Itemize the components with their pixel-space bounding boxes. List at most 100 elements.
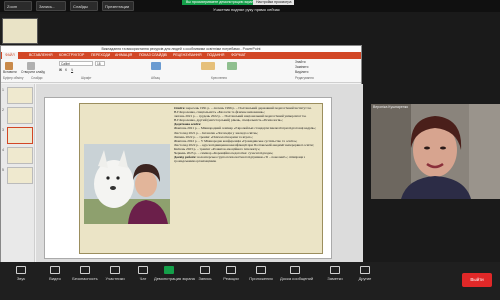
taskbar-item-label: Запись... — [39, 4, 56, 9]
bold-button[interactable]: Ж — [59, 68, 62, 73]
paste-button[interactable]: Вставити — [3, 70, 17, 75]
apps-icon — [256, 266, 266, 274]
video-camera-icon — [50, 266, 60, 274]
participant-image — [371, 104, 500, 199]
toolbar-button-video-camera[interactable]: Видео — [40, 266, 70, 298]
ribbon-group-label: Слайди — [31, 76, 43, 80]
toolbar-button-label: Безопасность — [72, 276, 98, 281]
profile-photo — [84, 144, 170, 224]
notes-icon — [330, 266, 340, 274]
toolbar-button-label: Доска сообщений — [280, 276, 314, 281]
toolbar-button-label: Звук — [16, 276, 26, 281]
slide-text[interactable]: Освіта: вересень 1991 р. – лютень 1996 р… — [174, 106, 322, 253]
toolbar-button-apps[interactable]: Приложения — [246, 266, 276, 298]
toolbar-button-share-screen[interactable]: Демонстрация экрана — [154, 266, 195, 298]
more-icon — [360, 266, 370, 274]
ribbon-group-label: Буфер обміну — [3, 76, 24, 80]
toolbar-button-label: Заметки — [327, 276, 343, 281]
taskbar-item-record[interactable]: Запись... — [36, 1, 66, 11]
toolbar-button-reactions[interactable]: Реакции — [216, 266, 246, 298]
slide-line: лютень 2021 р. – грудень 2022 р. – Полта… — [174, 114, 307, 123]
taskbar-item-label: Презентации — [105, 4, 130, 9]
notification-text: Участник поднял руку прямо сейчас — [213, 7, 280, 12]
taskbar-item-presentations[interactable]: Презентации — [102, 1, 134, 11]
slide-number: 5 — [2, 168, 4, 172]
toolbar-button-label: Реакции — [223, 276, 239, 281]
toolbar-button-label: Участники — [105, 276, 125, 281]
participant-name: Вероніка Кушнаренко — [373, 105, 409, 109]
taskbar-item-label: Слайды — [73, 4, 88, 9]
taskbar-item-label: Zoom — [7, 4, 18, 9]
toolbar-button-label: Видео — [49, 276, 61, 281]
reactions-icon — [226, 266, 236, 274]
leave-meeting-button[interactable]: Выйти — [462, 273, 492, 287]
tab-file[interactable]: ФАЙЛ — [2, 52, 18, 59]
chat-icon — [138, 266, 148, 274]
toolbar-button-whiteboard[interactable]: Доска сообщений — [280, 266, 314, 298]
meeting-toolbar-buttons: Звук Видео Безопасность Участники Чат Демонст… — [0, 262, 500, 300]
mic-icon — [16, 266, 26, 274]
toolbar-button-mic[interactable]: Звук — [6, 266, 36, 298]
share-screen-icon — [164, 266, 174, 274]
font-size-select[interactable]: 18 — [95, 61, 105, 66]
slide-panel: 1 2 3 4 5 — [1, 84, 35, 264]
ribbon: Вставити Створити слайд Calibri 18 Ж К Ч… — [1, 59, 361, 83]
toolbar-button-more[interactable]: Другие — [350, 266, 380, 298]
shapes-icon[interactable] — [201, 62, 215, 70]
paste-icon[interactable] — [5, 62, 13, 70]
slide-paragraph: Досвід роботи: волонтерська група психол… — [174, 155, 322, 163]
ribbon-group-label: Креслення — [211, 76, 227, 80]
new-slide-button[interactable]: Створити слайд — [21, 70, 45, 75]
font-select[interactable]: Calibri — [59, 61, 93, 66]
new-slide-icon[interactable] — [27, 62, 35, 70]
underline-button[interactable]: Ч — [71, 68, 73, 73]
toolbar-button-label: Демонстрация экрана — [154, 276, 195, 281]
ribbon-group-label: Шрифт — [81, 76, 92, 80]
slide-content-frame: Освіта: вересень 1991 р. – лютень 1996 р… — [79, 103, 323, 254]
slide-thumb-1[interactable] — [7, 87, 33, 104]
ribbon-group-label: Редагування — [295, 76, 314, 80]
toolbar-button-participants[interactable]: Участники — [100, 266, 130, 298]
taskbar-item-zoom[interactable]: Zoom — [4, 1, 32, 11]
tab-view[interactable]: ПОДАННЯ — [207, 52, 224, 59]
tab-review[interactable]: РЕЦЕНЗУВАННЯ — [173, 52, 202, 59]
slide-number: 4 — [2, 148, 4, 152]
participants-icon — [110, 266, 120, 274]
record-icon — [200, 266, 210, 274]
tab-insert[interactable]: ВСТАВЛЕННЯ — [29, 52, 53, 59]
tab-transitions[interactable]: ПЕРЕХОДИ — [91, 52, 110, 59]
align-icon[interactable] — [151, 62, 161, 70]
slide-number: 2 — [2, 108, 4, 112]
shield-icon — [80, 266, 90, 274]
ribbon-group-label: Абзац — [151, 76, 160, 80]
slide-thumb-5[interactable] — [7, 167, 33, 184]
powerpoint-window: Викладання та використання ресурсів для … — [0, 45, 363, 273]
screen: Zoom Запись... Слайды Презентации Вы про… — [0, 0, 500, 300]
tab-format[interactable]: ФОРМАТ — [231, 52, 246, 59]
toolbar-button-label: Другие — [358, 276, 372, 281]
taskbar-item-slides[interactable]: Слайды — [70, 1, 98, 11]
slide-number: 3 — [2, 128, 4, 132]
slide-thumb-4[interactable] — [7, 147, 33, 164]
toolbar-button-notes[interactable]: Заметки — [320, 266, 350, 298]
thumbnail-1[interactable] — [2, 18, 38, 44]
tab-slideshow[interactable]: ПОКАЗ СЛАЙДІВ — [139, 52, 167, 59]
view-options-button[interactable]: Настройки просмотра — [253, 0, 295, 5]
whiteboard-icon — [290, 266, 300, 274]
slide-line: вересень 1991 р. – лютень 1996 р. – Полт… — [174, 106, 312, 115]
select-button[interactable]: Виділити — [295, 70, 308, 75]
slide-number: 1 — [2, 88, 4, 92]
toolbar-button-label: Приложения — [249, 276, 273, 281]
ribbon-tabs: ФАЙЛ ВСТАВЛЕННЯ КОНСТРУКТОР ПЕРЕХОДИ АНІ… — [1, 52, 361, 59]
slide-paragraph: Освіта: вересень 1991 р. – лютень 1996 р… — [174, 106, 322, 114]
toolbar-button-shield[interactable]: Безопасность — [70, 266, 100, 298]
italic-button[interactable]: К — [65, 68, 67, 73]
current-slide[interactable]: Освіта: вересень 1991 р. – лютень 1996 р… — [44, 97, 332, 259]
tab-animation[interactable]: АНІМАЦІЯ — [115, 52, 132, 59]
slide-thumb-3[interactable] — [7, 127, 33, 144]
arrange-icon[interactable] — [227, 62, 237, 70]
participant-video[interactable]: Вероніка Кушнаренко — [371, 104, 500, 199]
tab-design[interactable]: КОНСТРУКТОР — [59, 52, 84, 59]
slide-thumb-2[interactable] — [7, 107, 33, 124]
sharing-banner: Вы просматриваете демонстрацию экрана — [182, 0, 260, 5]
